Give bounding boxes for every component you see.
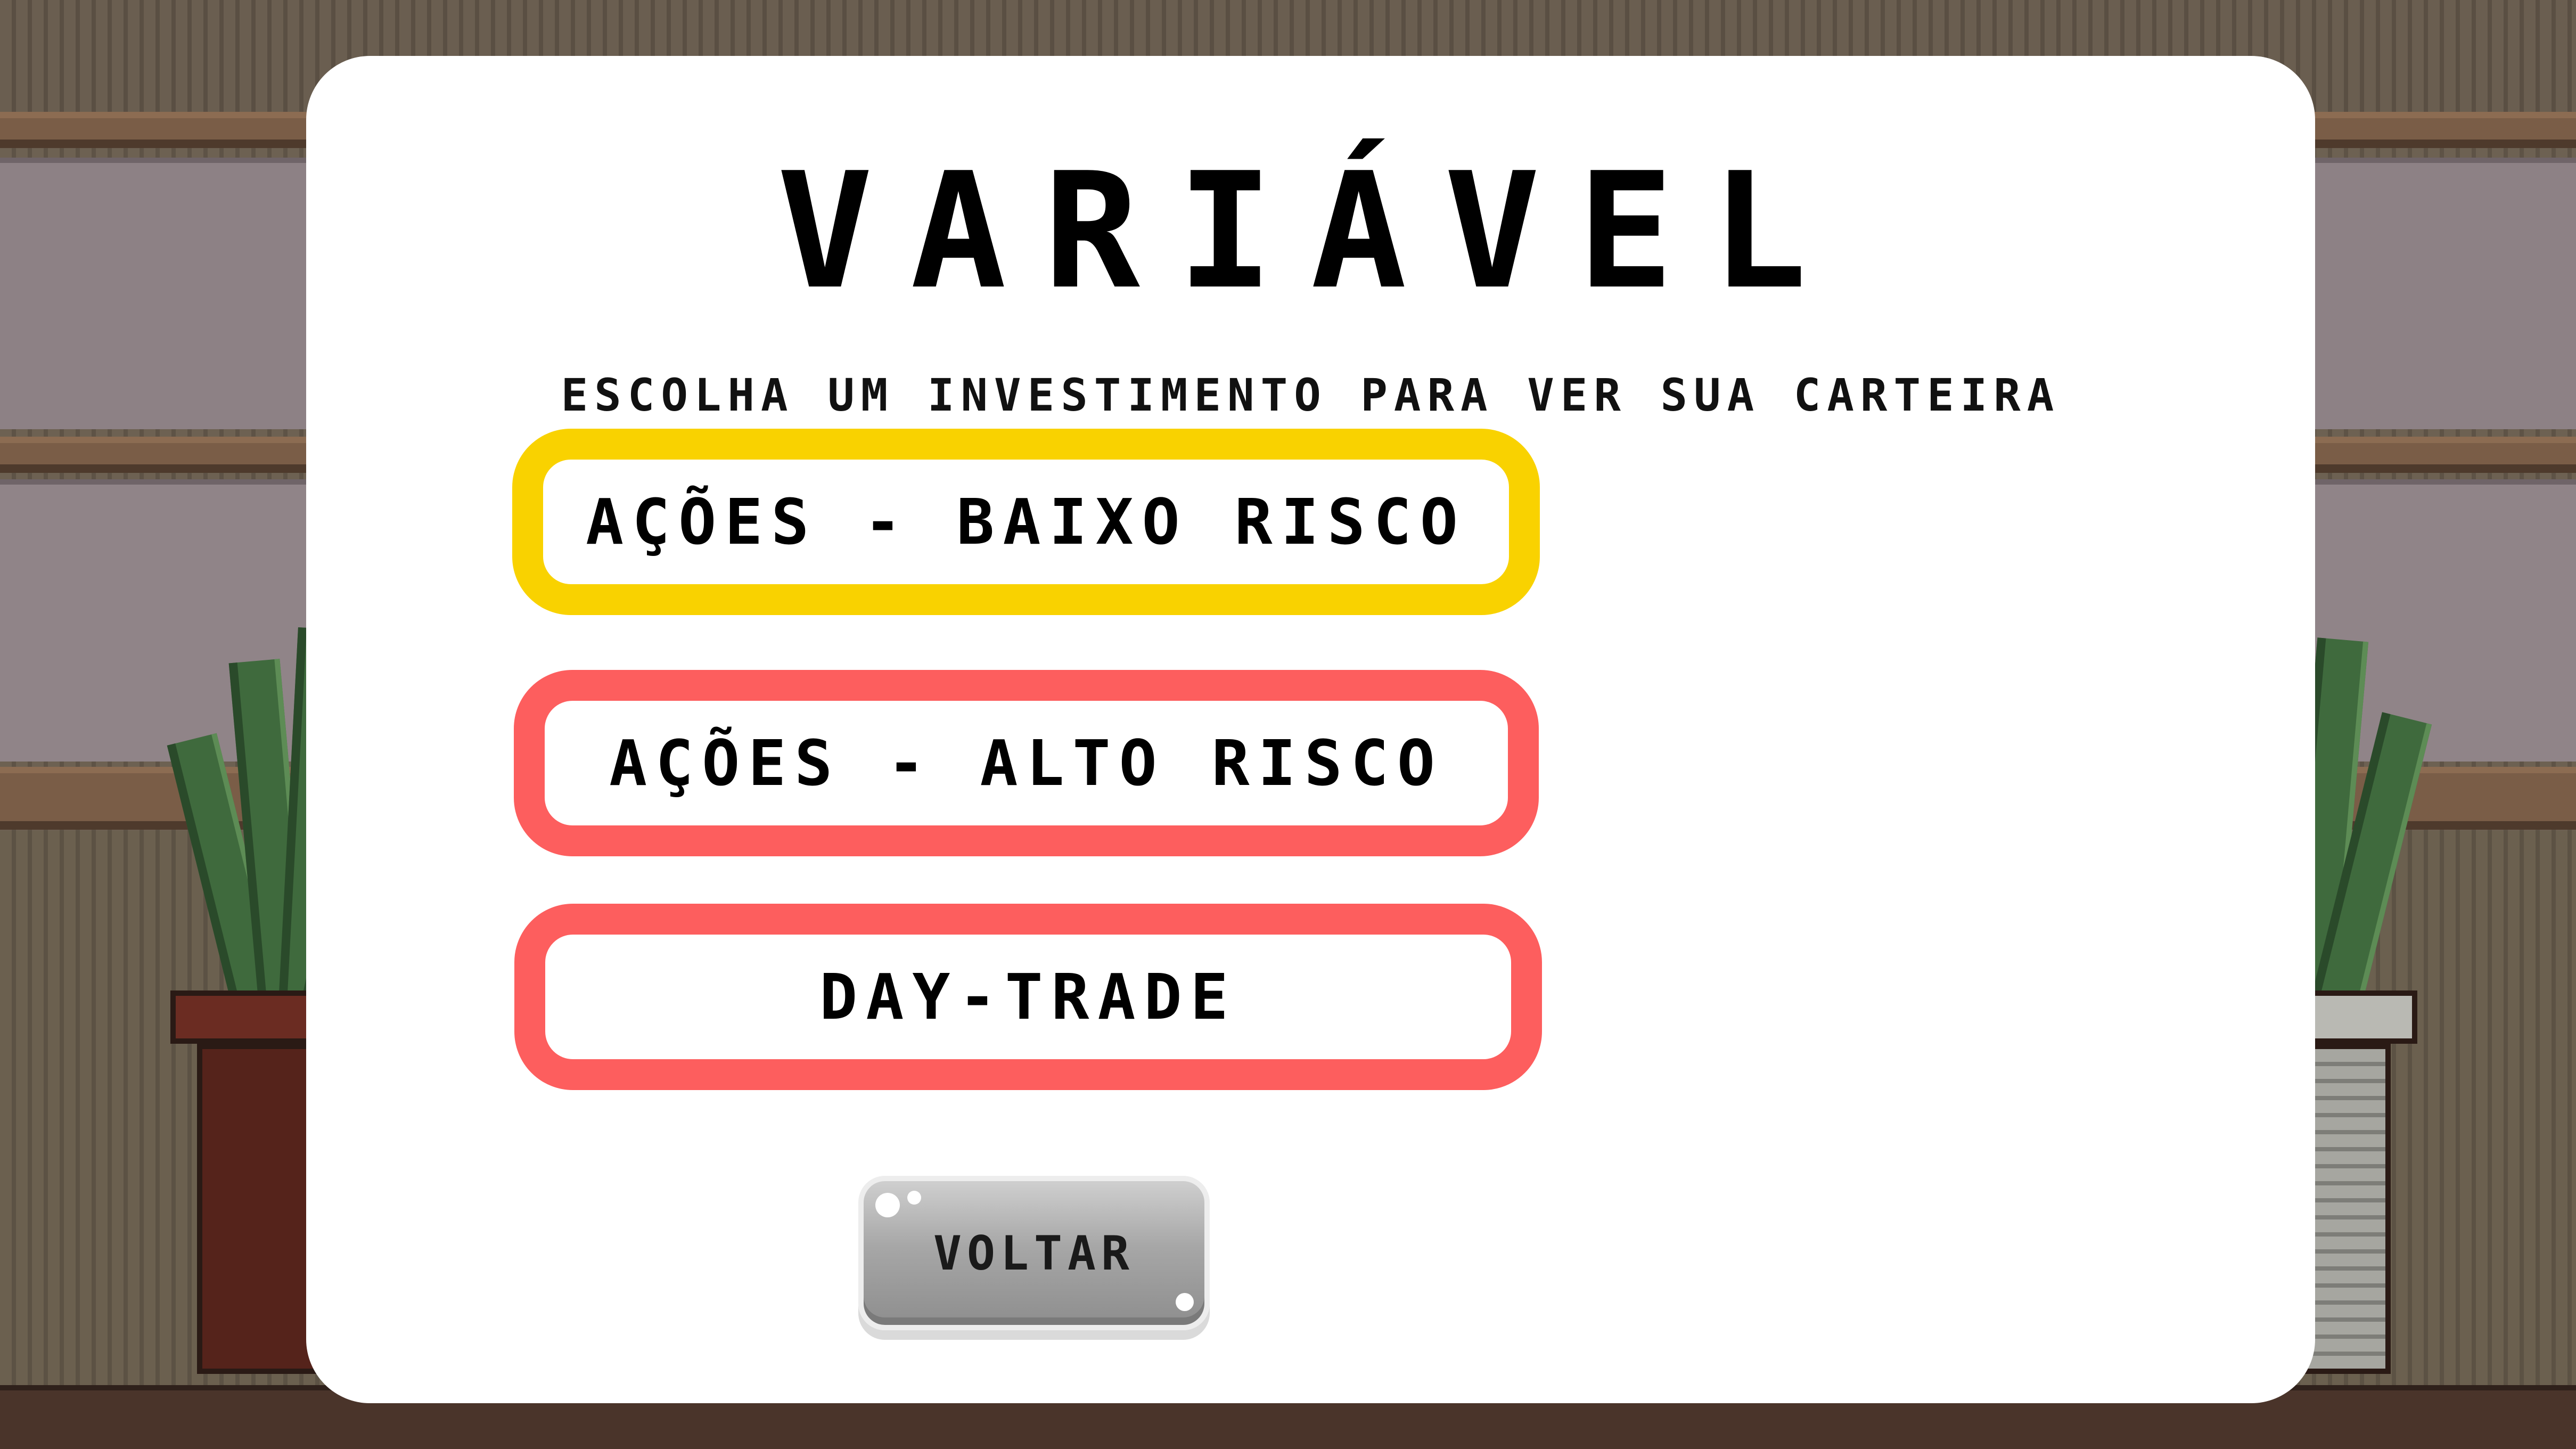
- day-trade-label: DAY-TRADE: [819, 960, 1237, 1034]
- page-title: VARIÁVEL: [777, 138, 1844, 324]
- back-button[interactable]: VOLTAR: [858, 1176, 1210, 1330]
- low-risk-stocks-label: AÇÕES - BAIXO RISCO: [586, 485, 1466, 559]
- button-shine: [1176, 1293, 1194, 1311]
- high-risk-stocks-button[interactable]: AÇÕES - ALTO RISCO: [514, 670, 1539, 856]
- high-risk-stocks-label: AÇÕES - ALTO RISCO: [609, 726, 1443, 800]
- button-shine: [907, 1191, 921, 1205]
- day-trade-button[interactable]: DAY-TRADE: [514, 904, 1542, 1090]
- instruction-text: ESCOLHA UM INVESTIMENTO PARA VER SUA CAR…: [561, 369, 2061, 421]
- low-risk-stocks-button[interactable]: AÇÕES - BAIXO RISCO: [512, 429, 1540, 615]
- button-shine: [875, 1193, 900, 1217]
- back-button-label: VOLTAR: [933, 1225, 1135, 1281]
